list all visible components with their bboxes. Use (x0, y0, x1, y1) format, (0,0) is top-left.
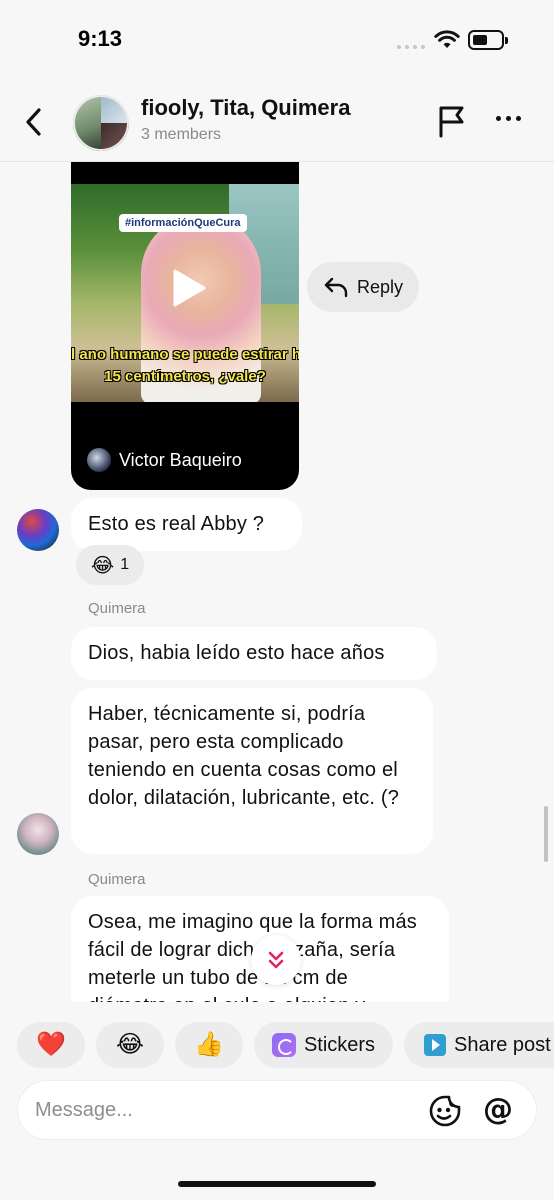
scroll-to-bottom-button[interactable] (251, 935, 301, 985)
laughing-emoji-icon: 😂 (90, 554, 115, 577)
laughing-emoji-icon: 😂 (115, 1031, 145, 1058)
video-author[interactable]: Victor Baqueiro (87, 448, 242, 472)
message-bubble[interactable]: Haber, técnicamente si, podría pasar, pe… (71, 688, 433, 854)
wifi-icon (434, 30, 460, 48)
more-options-button[interactable] (496, 116, 521, 121)
double-chevron-down-icon (268, 951, 284, 969)
heart-reaction-button[interactable]: ❤️ (17, 1022, 85, 1068)
group-avatar[interactable] (73, 95, 129, 151)
thumbs-up-icon: 👍 (194, 1031, 224, 1058)
heart-icon: ❤️ (36, 1031, 66, 1058)
play-icon[interactable] (171, 268, 207, 308)
sender-name: Quimera (88, 871, 146, 888)
mention-icon[interactable]: @ (483, 1092, 513, 1127)
reply-label: Reply (356, 276, 404, 297)
battery-icon (468, 30, 508, 50)
message-composer: @ (17, 1080, 537, 1140)
scrollbar[interactable] (544, 806, 548, 862)
author-avatar (87, 448, 111, 472)
share-icon (424, 1034, 446, 1056)
sticker-face-icon[interactable] (427, 1093, 463, 1129)
author-name: Victor Baqueiro (119, 449, 242, 470)
video-hashtag: #informaciónQueCura (119, 214, 247, 232)
chat-header: fiooly, Tita, Quimera 3 members (0, 80, 554, 162)
message-bubble[interactable]: Dios, habia leído esto hace años (71, 627, 437, 680)
status-bar: 9:13 (0, 0, 554, 80)
shared-video-card[interactable]: #informaciónQueCura l ano humano se pued… (71, 162, 299, 490)
chevron-left-icon (26, 108, 41, 136)
status-time: 9:13 (78, 26, 123, 51)
avatar[interactable] (17, 813, 59, 855)
reaction-chip[interactable]: 😂 1 (76, 545, 144, 585)
video-subtitle-line: 15 centímetros, ¿vale? (104, 368, 266, 385)
signal-icon (397, 45, 425, 49)
message-list[interactable]: #informaciónQueCura l ano humano se pued… (0, 162, 554, 1002)
avatar[interactable] (17, 509, 59, 551)
message-input[interactable] (35, 1094, 415, 1126)
member-count[interactable]: 3 members (141, 126, 221, 144)
reply-button[interactable]: Reply (307, 262, 419, 312)
share-post-button[interactable]: Share post (404, 1022, 554, 1068)
laugh-reaction-button[interactable]: 😂 (96, 1022, 164, 1068)
quick-actions-row: ❤️ 😂 👍 Stickers Share post (0, 1022, 554, 1068)
sender-name: Quimera (88, 600, 146, 617)
message-bubble[interactable]: Esto es real Abby ? (71, 498, 302, 551)
share-post-label: Share post (454, 1033, 551, 1056)
home-indicator (178, 1181, 376, 1187)
stickers-button[interactable]: Stickers (254, 1022, 393, 1068)
sticker-icon (271, 1033, 296, 1057)
flag-icon[interactable] (436, 104, 468, 138)
reply-icon (324, 277, 348, 298)
video-subtitle-line: l ano humano se puede estirar h (71, 346, 299, 363)
back-button[interactable] (16, 102, 52, 142)
stickers-label: Stickers (303, 1033, 376, 1056)
thumbs-up-reaction-button[interactable]: 👍 (175, 1022, 243, 1068)
group-title[interactable]: fiooly, Tita, Quimera (141, 95, 350, 121)
reaction-count: 1 (120, 556, 130, 573)
